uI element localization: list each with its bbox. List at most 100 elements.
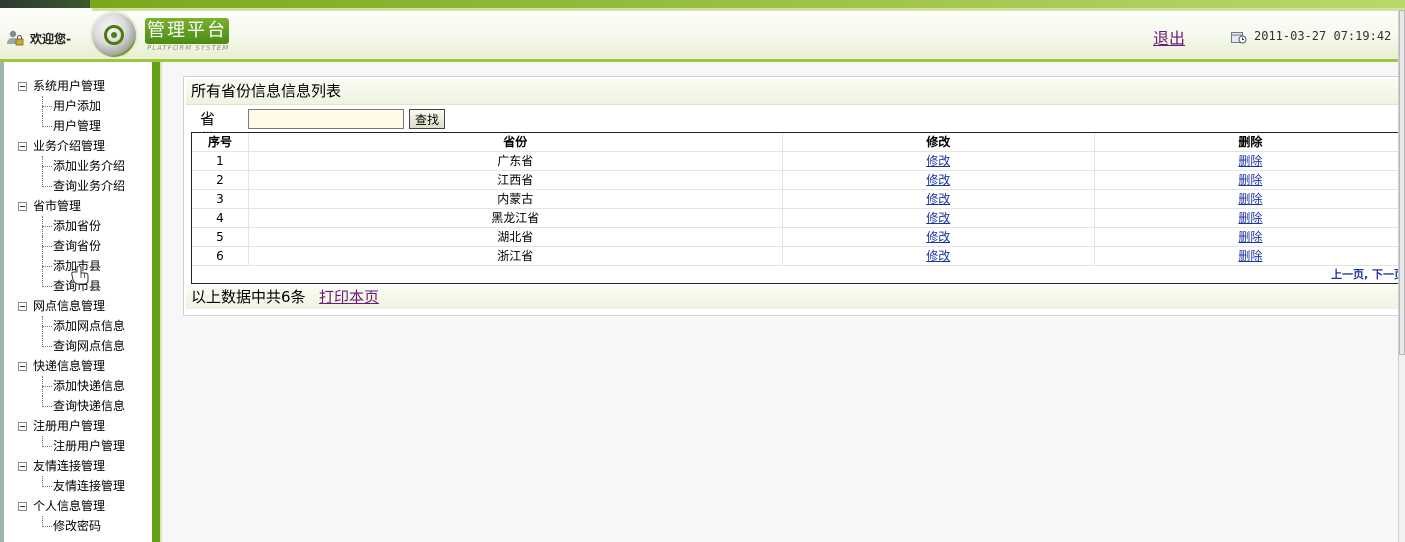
hand-pointer-icon xyxy=(69,265,91,286)
tree-connector xyxy=(42,526,52,527)
column-header-no: 序号 xyxy=(192,133,249,152)
user-welcome: 欢迎您- xyxy=(6,28,71,48)
tree-connector xyxy=(42,286,52,287)
edit-link[interactable]: 修改 xyxy=(926,192,950,206)
row-number: 5 xyxy=(192,227,249,247)
sidebar-menu: 系统用户管理 用户添加 用户管理 业务介绍管理 添加业务介绍 查询业务介绍 省市管理 添加省份… xyxy=(0,62,152,542)
edit-link[interactable]: 修改 xyxy=(926,154,950,168)
sidebar-left-edge xyxy=(0,62,4,542)
sidebar-item-label[interactable]: 查询业务介绍 xyxy=(53,176,125,196)
sidebar-group-label[interactable]: 注册用户管理 xyxy=(33,416,105,436)
tree-connector xyxy=(42,446,52,447)
column-header-province: 省份 xyxy=(248,133,783,152)
tree-connector xyxy=(42,246,52,247)
column-header-edit: 修改 xyxy=(782,133,1095,152)
province-name: 江西省 xyxy=(248,170,783,190)
tree-connector xyxy=(42,186,52,187)
collapse-toggle-icon[interactable] xyxy=(18,362,27,371)
sidebar-item-label[interactable]: 查询快递信息 xyxy=(53,396,125,416)
delete-link[interactable]: 删除 xyxy=(1238,230,1262,244)
table-row: 4 黑龙江省 修改 删除 xyxy=(192,208,1405,228)
table-row: 6 浙江省 修改 删除 xyxy=(192,246,1405,266)
collapse-toggle-icon[interactable] xyxy=(18,502,27,511)
prev-page-link[interactable]: 上一页 xyxy=(1331,268,1364,281)
sidebar-group-label[interactable]: 业务介绍管理 xyxy=(33,136,105,156)
table-row: 5 湖北省 修改 删除 xyxy=(192,227,1405,247)
sidebar-item-label[interactable]: 注册用户管理 xyxy=(53,436,125,456)
tree-connector xyxy=(42,406,52,407)
tree-connector xyxy=(42,166,52,167)
column-header-delete: 删除 xyxy=(1094,133,1405,152)
record-count-summary: 以上数据中共6条 xyxy=(191,288,306,306)
province-name: 广东省 xyxy=(248,151,783,171)
province-name: 浙江省 xyxy=(248,246,783,266)
header-bottom-stripe xyxy=(0,59,1405,62)
table-row: 1 广东省 修改 删除 xyxy=(192,151,1405,171)
sidebar-item-label[interactable]: 友情连接管理 xyxy=(53,476,125,496)
sidebar-group-label[interactable]: 快递信息管理 xyxy=(33,356,105,376)
delete-link[interactable]: 删除 xyxy=(1238,154,1262,168)
tree-connector xyxy=(42,126,52,127)
table-row: 2 江西省 修改 删除 xyxy=(192,170,1405,190)
calendar-clock-icon xyxy=(1231,31,1247,44)
tree-connector xyxy=(42,326,52,327)
sidebar-divider xyxy=(152,62,160,542)
logo-title: 管理平台 xyxy=(145,18,229,44)
table-header-row: 序号 省份 修改 删除 xyxy=(192,133,1405,152)
delete-link[interactable]: 删除 xyxy=(1238,211,1262,225)
sidebar-item-label[interactable]: 添加省份 xyxy=(53,216,101,236)
sidebar-item-label[interactable]: 用户管理 xyxy=(53,116,101,136)
page-scrollbar[interactable] xyxy=(1398,10,1405,542)
logo-subtitle: PLATFORM SYSTEM xyxy=(147,44,230,52)
delete-link[interactable]: 删除 xyxy=(1238,249,1262,263)
sidebar-group-label[interactable]: 友情连接管理 xyxy=(33,456,105,476)
sidebar-item-label[interactable]: 用户添加 xyxy=(53,96,101,116)
tree-connector xyxy=(42,226,52,227)
sidebar-item-label[interactable]: 添加业务介绍 xyxy=(53,156,125,176)
header-top-stripe-light xyxy=(92,8,1405,11)
province-search-input[interactable] xyxy=(248,109,404,129)
content-panel: 所有省份信息信息列表 省份: 查找 序号 省份 修改 删除 1 广东省 修改 xyxy=(183,76,1405,316)
tree-connector xyxy=(42,486,52,487)
sidebar-group-label[interactable]: 个人信息管理 xyxy=(33,496,105,516)
search-button[interactable]: 查找 xyxy=(409,109,445,129)
sidebar-item-label[interactable]: 添加快递信息 xyxy=(53,376,125,396)
current-datetime: 2011-03-27 07:19:42 E xyxy=(1254,29,1405,43)
logo-icon xyxy=(92,13,136,57)
province-table: 序号 省份 修改 删除 1 广东省 修改 删除 2 江西省 修改 删除 3 内蒙… xyxy=(192,133,1405,266)
collapse-toggle-icon[interactable] xyxy=(18,302,27,311)
sidebar-item-label[interactable]: 添加网点信息 xyxy=(53,316,125,336)
sidebar-item-label[interactable]: 修改密码 xyxy=(53,516,101,536)
collapse-toggle-icon[interactable] xyxy=(18,82,27,91)
row-number: 2 xyxy=(192,170,249,190)
tree-connector xyxy=(42,106,52,107)
edit-link[interactable]: 修改 xyxy=(926,249,950,263)
tree-connector xyxy=(42,266,52,267)
user-lock-icon xyxy=(6,29,24,47)
delete-link[interactable]: 删除 xyxy=(1238,173,1262,187)
collapse-toggle-icon[interactable] xyxy=(18,202,27,211)
print-page-link[interactable]: 打印本页 xyxy=(319,285,379,309)
collapse-toggle-icon[interactable] xyxy=(18,422,27,431)
row-number: 4 xyxy=(192,208,249,228)
sidebar-group-label[interactable]: 省市管理 xyxy=(33,196,81,216)
sidebar-item-label[interactable]: 查询省份 xyxy=(53,236,101,256)
collapse-toggle-icon[interactable] xyxy=(18,142,27,151)
welcome-text: 欢迎您- xyxy=(30,31,71,46)
collapse-toggle-icon[interactable] xyxy=(18,462,27,471)
province-table-box: 序号 省份 修改 删除 1 广东省 修改 删除 2 江西省 修改 删除 3 内蒙… xyxy=(191,132,1405,284)
scrollbar-thumb[interactable] xyxy=(1399,10,1405,355)
edit-link[interactable]: 修改 xyxy=(926,173,950,187)
sidebar-item-label[interactable]: 查询网点信息 xyxy=(53,336,125,356)
header-top-stripe xyxy=(0,0,1405,8)
province-name: 黑龙江省 xyxy=(248,208,783,228)
delete-link[interactable]: 删除 xyxy=(1238,192,1262,206)
edit-link[interactable]: 修改 xyxy=(926,211,950,225)
edit-link[interactable]: 修改 xyxy=(926,230,950,244)
sidebar-divider-light xyxy=(160,62,162,542)
tree-connector xyxy=(42,386,52,387)
logout-link[interactable]: 退出 xyxy=(1153,25,1185,49)
sidebar-group-label[interactable]: 网点信息管理 xyxy=(33,296,105,316)
tree-connector xyxy=(42,346,52,347)
sidebar-group-label[interactable]: 系统用户管理 xyxy=(33,76,105,96)
